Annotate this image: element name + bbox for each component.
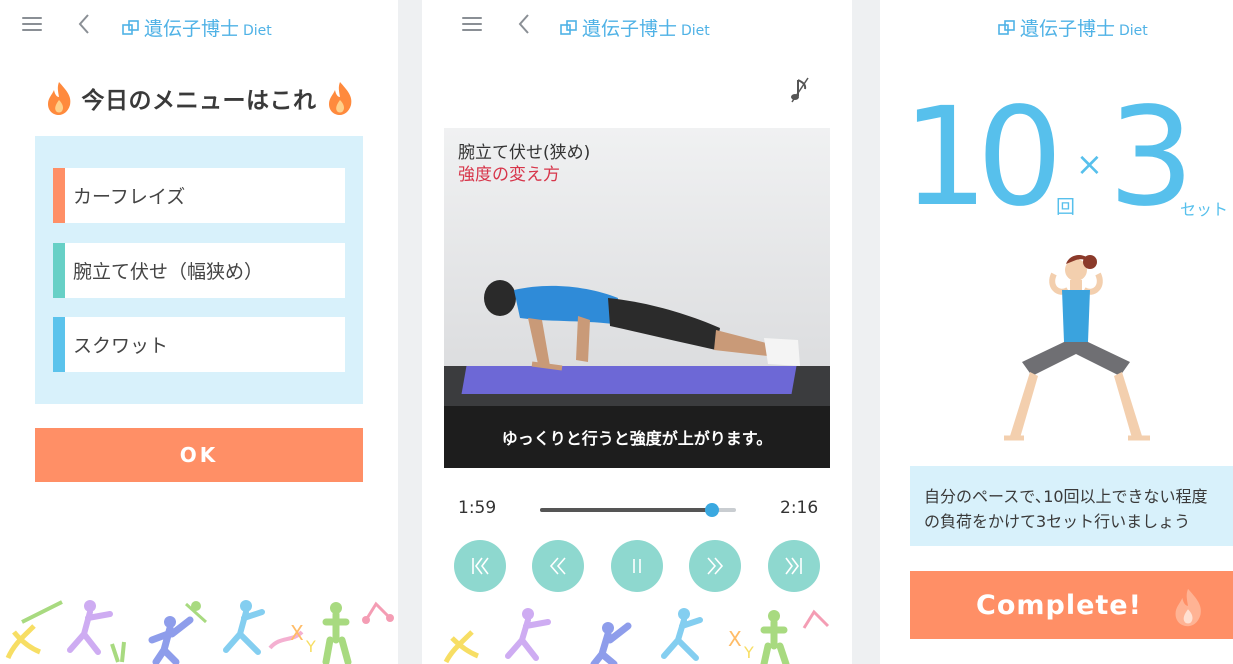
dna-tile-logo-icon xyxy=(560,20,577,35)
logo-subtitle: Diet xyxy=(1119,23,1148,39)
fast-forward-icon xyxy=(707,557,724,575)
instructions-line: の負荷をかけて3セット行いましょう xyxy=(924,512,1191,531)
rewind-button[interactable] xyxy=(532,540,584,592)
flame-icon xyxy=(1175,588,1201,627)
menu-item-calf-raise[interactable]: カーフレイズ xyxy=(53,168,345,223)
logo-subtitle: Diet xyxy=(243,23,272,39)
dna-tile-logo-icon xyxy=(998,20,1015,35)
skip-previous-button[interactable] xyxy=(454,540,506,592)
svg-text:X: X xyxy=(728,627,742,651)
app-logo: 遺伝子博士 Diet xyxy=(998,13,1148,41)
reps-unit: 回 xyxy=(1056,196,1076,218)
fast-forward-button[interactable] xyxy=(689,540,741,592)
logo-title: 遺伝子博士 xyxy=(1020,18,1116,40)
seek-bar-progress xyxy=(540,508,712,512)
logo-title: 遺伝子博士 xyxy=(582,18,678,40)
svg-text:Y: Y xyxy=(743,643,754,662)
squat-woman-illustration xyxy=(1004,255,1150,441)
times-symbol: × xyxy=(1076,145,1103,183)
flame-icon xyxy=(328,82,351,115)
menu-item-push-up[interactable]: 腕立て伏せ（幅狭め） xyxy=(53,243,345,298)
video-caption: ゆっくりと行うと強度が上がります。 xyxy=(444,406,830,468)
dna-tile-logo-icon xyxy=(122,20,139,35)
video-subtitle: 強度の変え方 xyxy=(458,165,560,185)
complete-screen: 遺伝子博士 Diet 10 回 × 3 セット 自分のペースで､10回以上できな… xyxy=(880,0,1233,664)
top-bar: 遺伝子博士 Diet xyxy=(422,0,852,56)
exercise-video-player[interactable]: 腕立て伏せ(狭め) 強度の変え方 ゆっくりと行うと強度が上がります。 xyxy=(444,128,830,468)
page-title: 今日のメニューはこれ xyxy=(81,88,317,114)
hamburger-menu-icon[interactable] xyxy=(462,15,482,33)
flame-icon xyxy=(47,82,70,115)
exercise-instructions: 自分のペースで､10回以上できない程度 の負荷をかけて3セット行いましょう xyxy=(910,466,1233,546)
seek-bar-handle[interactable] xyxy=(704,503,719,517)
svg-text:Y: Y xyxy=(305,637,316,656)
menu-item-color-bar xyxy=(53,317,65,372)
current-time: 1:59 xyxy=(458,498,497,518)
duration: 2:16 xyxy=(780,498,819,518)
top-bar: 遺伝子博士 Diet xyxy=(0,0,398,56)
menu-item-label: 腕立て伏せ（幅狭め） xyxy=(73,261,264,283)
menu-screen: 遺伝子博士 Diet 今日のメニューはこれ カーフレイズ 腕立て伏せ（幅狭め） … xyxy=(0,0,398,664)
skip-next-button[interactable] xyxy=(768,540,820,592)
pause-button[interactable] xyxy=(611,540,663,592)
menu-item-color-bar xyxy=(53,243,65,298)
svg-text:X: X xyxy=(290,621,304,645)
menu-item-color-bar xyxy=(53,168,65,223)
app-logo: 遺伝子博士 Diet xyxy=(122,13,272,41)
app-logo: 遺伝子博士 Diet xyxy=(560,13,710,41)
menu-item-label: スクワット xyxy=(73,335,169,357)
reps-number: 10 xyxy=(902,79,1063,237)
exercise-silhouettes-decoration: X Y xyxy=(443,608,830,664)
chevron-left-icon[interactable] xyxy=(76,12,92,36)
pause-icon xyxy=(633,559,641,573)
instructions-line: 自分のペースで､10回以上できない程度 xyxy=(924,487,1208,506)
skip-previous-icon xyxy=(472,557,489,575)
chevron-left-icon[interactable] xyxy=(516,12,532,36)
logo-subtitle: Diet xyxy=(681,23,710,39)
reps-and-sets-display: 10 回 × 3 セット xyxy=(880,90,1233,230)
logo-title: 遺伝子博士 xyxy=(144,18,240,40)
menu-item-label: カーフレイズ xyxy=(73,186,186,208)
exercise-menu-list: カーフレイズ 腕立て伏せ（幅狭め） スクワット xyxy=(35,136,363,404)
video-screen: 遺伝子博士 Diet 腕立て伏せ(狭め) 強度の変え方 ゆっくりと行うと強度が上… xyxy=(422,0,852,664)
complete-button-label: Complete! xyxy=(976,589,1142,621)
complete-button[interactable]: Complete! xyxy=(910,571,1233,639)
seek-bar[interactable] xyxy=(540,503,736,517)
hamburger-menu-icon[interactable] xyxy=(22,15,42,33)
sets-unit: セット xyxy=(1180,200,1229,219)
exercise-silhouettes-decoration: X Y xyxy=(5,600,394,664)
menu-heading: 今日のメニューはこれ xyxy=(34,78,364,118)
menu-item-squat[interactable]: スクワット xyxy=(53,317,345,372)
rewind-icon xyxy=(549,557,566,575)
push-up-person-figure xyxy=(484,280,800,371)
ok-button[interactable]: OK xyxy=(35,428,363,482)
top-bar: 遺伝子博士 Diet xyxy=(880,0,1233,56)
skip-next-icon xyxy=(785,557,802,575)
music-note-off-icon[interactable] xyxy=(788,76,812,104)
